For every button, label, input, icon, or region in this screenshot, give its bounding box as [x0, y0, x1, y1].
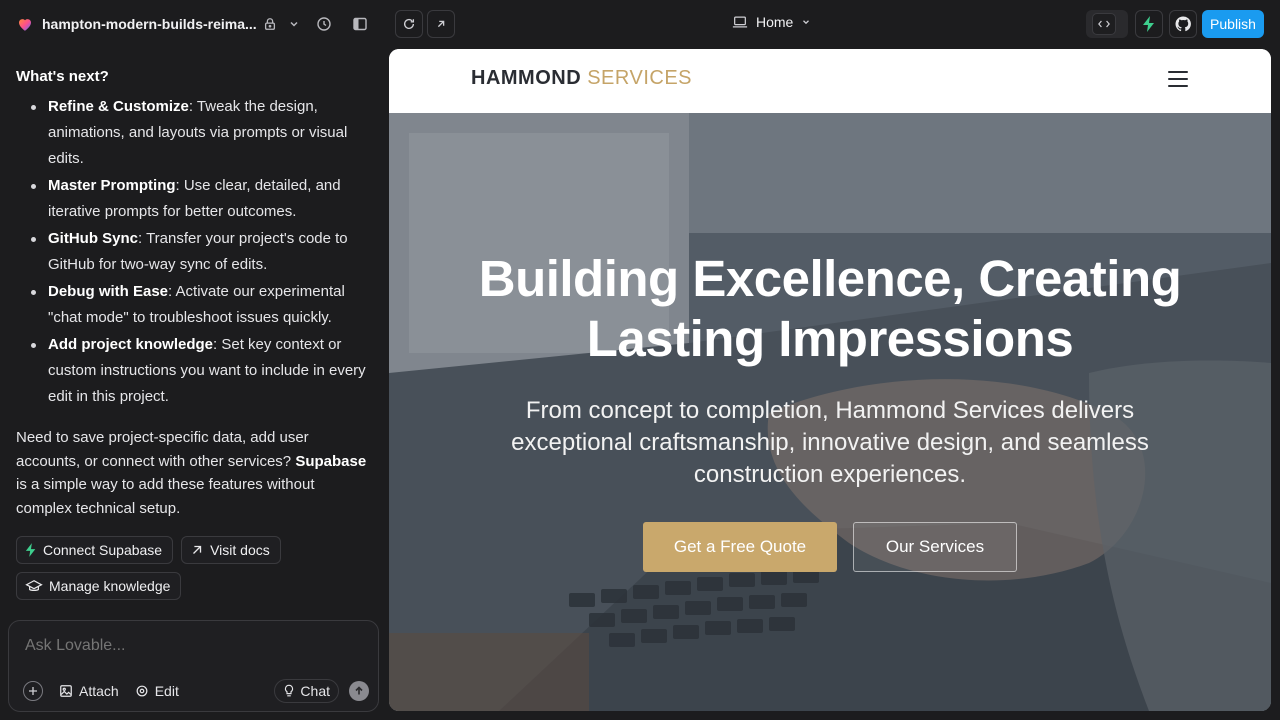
list-item: Add project knowledge: Set key context o…: [16, 332, 368, 410]
supabase-paragraph: Need to save project-specific data, add …: [16, 426, 368, 520]
supabase-button[interactable]: [1135, 10, 1163, 38]
send-button[interactable]: [349, 681, 369, 701]
next-steps-list: Refine & Customize: Tweak the design, an…: [16, 94, 368, 410]
list-item-title: GitHub Sync: [48, 230, 139, 247]
manage-knowledge-label: Manage knowledge: [49, 578, 171, 594]
route-selector[interactable]: Home: [732, 14, 811, 30]
github-button[interactable]: [1169, 10, 1197, 38]
chat-mode-toggle[interactable]: Chat: [274, 679, 339, 703]
code-icon: [1092, 13, 1116, 35]
target-icon: [136, 685, 148, 697]
list-item-title: Refine & Customize: [48, 98, 189, 115]
arrow-up-icon: [355, 686, 363, 695]
attach-label: Attach: [79, 683, 119, 699]
site-logo[interactable]: HAMMOND SERVICES: [471, 67, 692, 90]
arrow-up-right-icon: [193, 545, 202, 554]
get-free-quote-button[interactable]: Get a Free Quote: [643, 522, 837, 572]
connect-supabase-label: Connect Supabase: [43, 542, 163, 558]
attach-button[interactable]: Attach: [59, 683, 119, 699]
github-icon: [1175, 16, 1191, 32]
sidebar-toggle-icon[interactable]: [350, 14, 370, 34]
refresh-button[interactable]: [395, 10, 423, 38]
site-preview: HAMMOND SERVICES Building Excellence, Cr…: [389, 49, 1271, 711]
plus-icon: [29, 687, 37, 695]
arrow-up-right-icon: [437, 20, 445, 28]
add-button[interactable]: [23, 681, 43, 701]
assistant-message: What's next? Refine & Customize: Tweak t…: [16, 68, 368, 600]
list-item: Master Prompting: Use clear, detailed, a…: [16, 173, 368, 225]
visit-docs-button[interactable]: Visit docs: [181, 536, 281, 564]
prompt-input[interactable]: [25, 637, 355, 655]
laptop-icon: [732, 16, 748, 28]
prompt-box: Attach Edit Chat: [8, 620, 379, 712]
open-external-button[interactable]: [427, 10, 455, 38]
code-view-toggle[interactable]: [1086, 10, 1128, 38]
list-item-title: Debug with Ease: [48, 283, 169, 300]
paragraph-text: Need to save project-specific data, add …: [16, 429, 309, 470]
chat-panel: What's next? Refine & Customize: Tweak t…: [0, 48, 388, 720]
list-item: Debug with Ease: Activate our experiment…: [16, 279, 368, 331]
chevron-down-icon[interactable]: [284, 14, 304, 34]
list-item: Refine & Customize: Tweak the design, an…: [16, 94, 368, 172]
paragraph-text-end: is a simple way to add these features wi…: [16, 476, 315, 517]
paragraph-bold: Supabase: [295, 452, 367, 470]
list-item-title: Add project knowledge: [48, 336, 214, 353]
hero-subtitle: From concept to completion, Hammond Serv…: [511, 397, 1149, 488]
graduation-cap-icon: [25, 580, 43, 591]
supabase-bolt-icon: [1143, 16, 1154, 32]
edit-button[interactable]: Edit: [135, 683, 179, 699]
connect-supabase-button[interactable]: Connect Supabase: [16, 536, 174, 564]
lightbulb-icon: [285, 684, 294, 697]
supabase-bolt-icon: [25, 543, 36, 557]
hero-title-line-2: Lasting Impressions: [586, 310, 1074, 367]
hero-section: Building Excellence, Creating Lasting Im…: [389, 113, 1271, 711]
hero-title: Building Excellence, Creating Lasting Im…: [449, 249, 1211, 369]
logo-secondary: SERVICES: [587, 67, 692, 89]
our-services-button[interactable]: Our Services: [853, 522, 1017, 572]
message-heading: What's next?: [16, 68, 109, 85]
lovable-heart-icon: [19, 19, 31, 31]
refresh-icon: [403, 18, 415, 29]
hamburger-menu-icon[interactable]: [1168, 71, 1188, 87]
hero-title-line-1: Building Excellence, Creating: [478, 250, 1182, 307]
list-item: GitHub Sync: Transfer your project's cod…: [16, 226, 368, 278]
visit-docs-label: Visit docs: [210, 542, 270, 558]
site-navbar: HAMMOND SERVICES: [389, 49, 1271, 113]
publish-button[interactable]: Publish: [1202, 10, 1264, 38]
project-name: hampton-modern-builds-reima...: [42, 16, 257, 32]
manage-knowledge-button[interactable]: Manage knowledge: [16, 572, 182, 600]
edit-label: Edit: [154, 683, 179, 699]
image-icon: [60, 685, 72, 697]
chevron-down-icon: [803, 20, 810, 25]
top-bar: hampton-modern-builds-reima... Home Publ…: [0, 0, 1280, 48]
history-icon[interactable]: [314, 14, 334, 34]
logo-primary: HAMMOND: [471, 67, 582, 89]
chat-mode-label: Chat: [300, 683, 330, 699]
route-label: Home: [756, 14, 794, 30]
project-menu[interactable]: hampton-modern-builds-reima...: [16, 12, 257, 36]
list-item-title: Master Prompting: [48, 177, 176, 194]
lock-icon[interactable]: [260, 14, 280, 34]
